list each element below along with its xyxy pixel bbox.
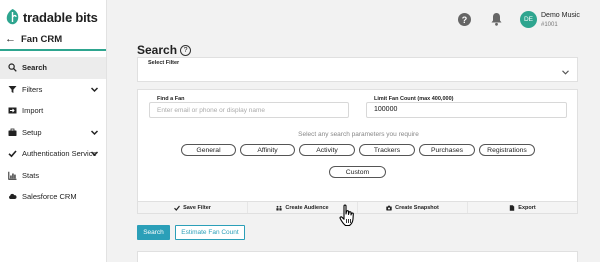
param-activity-button[interactable]: Activity <box>299 144 355 156</box>
create-audience-label: Create Audience <box>285 204 329 211</box>
page-title-text: Search <box>137 43 178 57</box>
param-custom-button[interactable]: Custom <box>329 166 386 178</box>
sidebar-item-label: Setup <box>22 127 42 137</box>
sidebar-header: ← Fan CRM <box>0 29 106 51</box>
camera-icon <box>386 205 392 210</box>
sidebar-item-stats[interactable]: Stats <box>0 165 106 187</box>
sidebar-nav: Search Filters Import Setup Authenticati… <box>0 57 106 208</box>
chevron-down-icon <box>91 129 98 135</box>
account-id: #1001 <box>541 21 558 28</box>
hand-cursor-icon <box>339 204 354 227</box>
bell-icon[interactable] <box>490 12 503 26</box>
brand-name: tradable bits <box>23 9 98 25</box>
sidebar-item-authentication-service[interactable]: Authentication Service <box>0 143 106 165</box>
account-info[interactable]: Demo Music #1001 <box>541 12 580 29</box>
select-filter-label: Select Filter <box>148 60 180 66</box>
export-label: Export <box>518 204 536 211</box>
sidebar-item-import[interactable]: Import <box>0 100 106 122</box>
back-arrow-icon[interactable]: ← <box>5 33 16 45</box>
sidebar-item-label: Stats <box>22 170 40 180</box>
limit-fan-count-input[interactable]: 100000 <box>366 102 567 118</box>
check-icon <box>8 149 17 158</box>
search-parameters-card: Find a Fan Enter email or phone or displ… <box>137 89 578 214</box>
sidebar-item-salesforce-crm[interactable]: Salesforce CRM <box>0 186 106 208</box>
chevron-down-icon <box>91 151 98 157</box>
sidebar-title: Fan CRM <box>21 33 63 45</box>
top-bar: ? DE Demo Music #1001 <box>107 0 600 40</box>
file-icon <box>510 204 515 211</box>
chart-icon <box>8 171 17 180</box>
param-purchases-button[interactable]: Purchases <box>419 144 475 156</box>
search-button[interactable]: Search <box>137 225 170 240</box>
sidebar-item-label: Search <box>22 63 48 73</box>
tradable-bits-logo-icon <box>6 9 19 25</box>
sidebar-item-search[interactable]: Search <box>0 57 106 79</box>
help-circle-icon[interactable]: ? <box>180 44 192 56</box>
search-hint: Select any search parameters you require <box>298 131 419 138</box>
save-filter-label: Save Filter <box>183 204 211 211</box>
search-icon <box>8 63 17 73</box>
sidebar-item-label: Filters <box>22 84 43 94</box>
audience-icon <box>276 205 282 210</box>
create-snapshot-label: Create Snapshot <box>395 204 439 211</box>
sidebar-item-label: Salesforce CRM <box>22 192 77 202</box>
save-filter-button[interactable]: Save Filter <box>138 202 248 213</box>
account-name: Demo Music <box>541 12 580 19</box>
filter-icon <box>8 85 17 94</box>
briefcase-icon <box>8 128 17 137</box>
brand-logo[interactable]: tradable bits <box>6 9 98 25</box>
param-affinity-button[interactable]: Affinity <box>240 144 295 156</box>
select-filter-dropdown[interactable]: Select Filter <box>137 57 578 82</box>
avatar[interactable]: DE <box>520 11 537 28</box>
sidebar-item-label: Import <box>22 106 44 116</box>
sidebar-item-label: Authentication Service <box>22 149 97 159</box>
chevron-down-icon <box>562 70 569 75</box>
results-panel <box>137 251 578 262</box>
sidebar-item-setup[interactable]: Setup <box>0 122 106 144</box>
param-trackers-button[interactable]: Trackers <box>359 144 415 156</box>
sidebar-item-filters[interactable]: Filters <box>0 79 106 101</box>
find-fan-input[interactable]: Enter email or phone or display name <box>149 102 349 118</box>
estimate-fan-count-button[interactable]: Estimate Fan Count <box>175 225 245 240</box>
create-snapshot-button[interactable]: Create Snapshot <box>358 202 468 213</box>
export-button[interactable]: Export <box>468 202 577 213</box>
help-icon[interactable]: ? <box>458 13 471 26</box>
cloud-icon <box>8 192 17 201</box>
check-icon <box>174 205 181 211</box>
param-registrations-button[interactable]: Registrations <box>479 144 535 156</box>
import-icon <box>8 106 17 115</box>
sidebar: tradable bits ← Fan CRM Search Filters I… <box>0 0 107 262</box>
chevron-down-icon <box>91 86 98 92</box>
page-title: Search ? <box>137 43 192 57</box>
param-general-button[interactable]: General <box>181 144 236 156</box>
